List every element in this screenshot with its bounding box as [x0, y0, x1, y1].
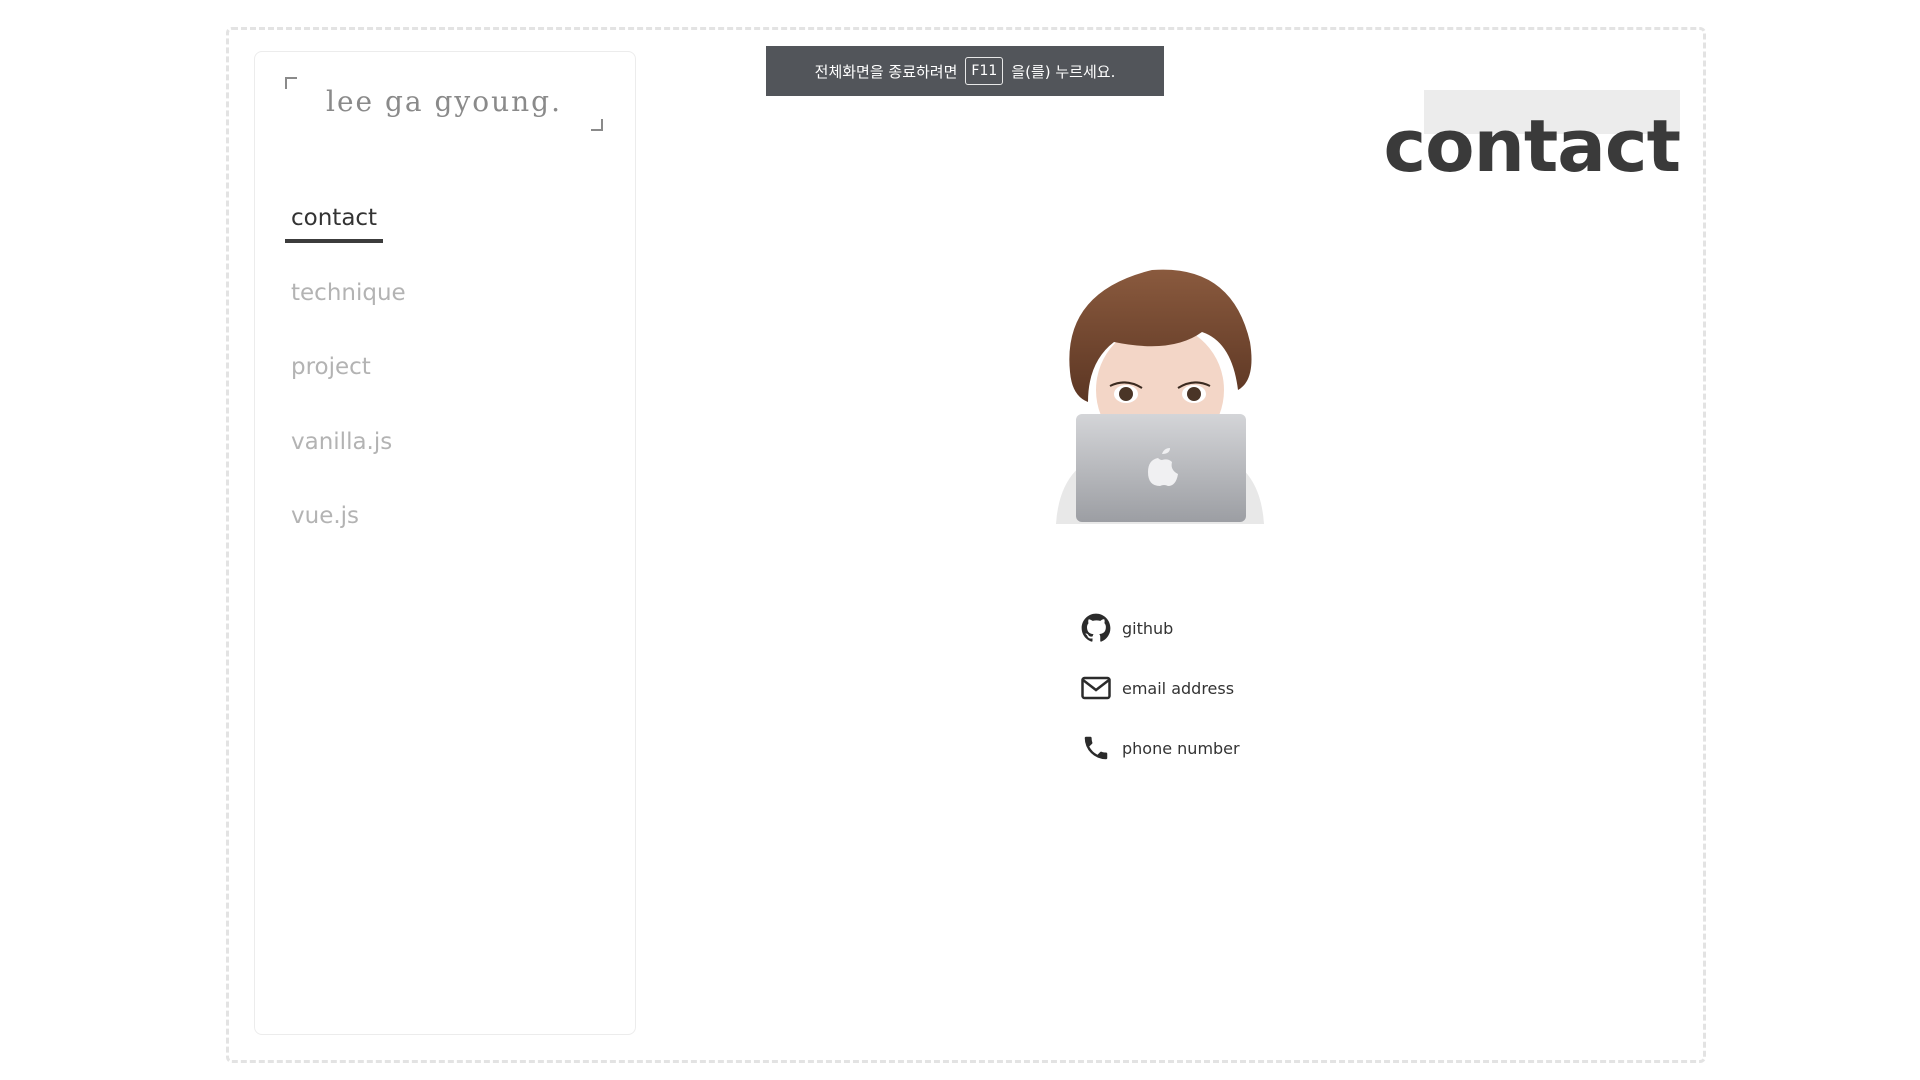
fullscreen-exit-toast: 전체화면을 종료하려면 F11 을(를) 누르세요.: [766, 46, 1164, 96]
sidebar-nav: contact technique project vanilla.js vue…: [285, 200, 605, 573]
toast-text-before: 전체화면을 종료하려면: [814, 62, 958, 81]
contact-email[interactable]: email address: [1080, 658, 1240, 718]
contact-label: github: [1122, 618, 1174, 638]
nav-item-vue-js[interactable]: vue.js: [285, 498, 605, 573]
toast-text-after: 을(를) 누르세요.: [1011, 62, 1116, 81]
nav-item-technique[interactable]: technique: [285, 275, 605, 350]
nav-item-project[interactable]: project: [285, 349, 605, 424]
toast-key: F11: [965, 57, 1004, 85]
logo[interactable]: lee ga gyoung.: [285, 77, 603, 131]
nav-item-label: technique: [291, 279, 406, 306]
nav-item-contact[interactable]: contact: [285, 200, 605, 275]
contact-label: email address: [1122, 678, 1235, 698]
github-icon: [1080, 612, 1112, 644]
page-title: contact: [1383, 104, 1681, 189]
contact-github[interactable]: github: [1080, 598, 1240, 658]
nav-item-label: project: [291, 354, 371, 380]
logo-text: lee ga gyoung.: [325, 85, 562, 118]
phone-icon: [1080, 732, 1112, 764]
logo-corner-bottom-right: [591, 119, 603, 131]
contact-label: phone number: [1122, 738, 1240, 758]
contact-list: github email address phone number: [1080, 598, 1240, 778]
memoji-laptop-avatar: [1052, 262, 1268, 524]
nav-item-label: vue.js: [291, 503, 360, 529]
nav-item-label: vanilla.js: [291, 428, 393, 455]
avatar-icon: [1056, 269, 1264, 524]
sidebar: lee ga gyoung. contact technique project…: [254, 51, 636, 1035]
contact-phone[interactable]: phone number: [1080, 718, 1240, 778]
nav-item-vanilla-js[interactable]: vanilla.js: [285, 424, 605, 499]
envelope-icon: [1080, 672, 1112, 704]
nav-item-label: contact: [285, 200, 384, 243]
